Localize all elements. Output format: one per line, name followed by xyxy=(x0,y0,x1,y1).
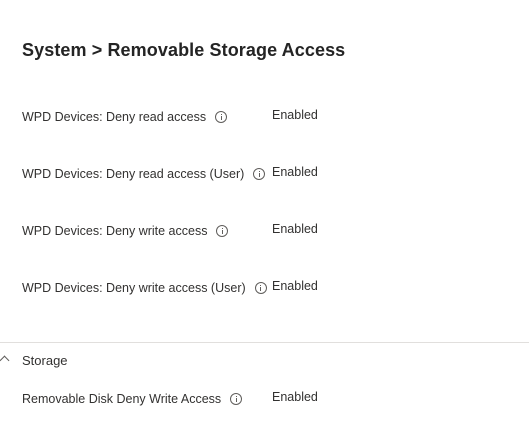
info-icon[interactable] xyxy=(215,111,228,123)
setting-label-wrapper: WPD Devices: Deny write access xyxy=(22,224,229,238)
setting-row: WPD Devices: Deny write access Enabled xyxy=(22,222,522,244)
setting-value: Enabled xyxy=(272,108,318,122)
setting-row: WPD Devices: Deny read access (User) Ena… xyxy=(22,165,522,187)
setting-row: WPD Devices: Deny write access (User) En… xyxy=(22,279,522,301)
setting-row: Removable Disk Deny Write Access Enabled xyxy=(22,390,522,412)
setting-row: WPD Devices: Deny read access Enabled xyxy=(22,108,522,130)
setting-label: WPD Devices: Deny read access xyxy=(22,110,207,124)
info-icon[interactable] xyxy=(254,282,267,294)
setting-label-wrapper: WPD Devices: Deny read access (User) xyxy=(22,167,266,181)
setting-value: Enabled xyxy=(272,165,318,179)
group-divider xyxy=(0,342,529,343)
setting-label: WPD Devices: Deny write access xyxy=(22,224,208,238)
setting-value: Enabled xyxy=(272,222,318,236)
setting-label: Removable Disk Deny Write Access xyxy=(22,392,222,406)
chevron-up-icon[interactable] xyxy=(0,355,10,366)
info-icon[interactable] xyxy=(230,393,243,405)
setting-label: WPD Devices: Deny read access (User) xyxy=(22,167,245,181)
info-icon[interactable] xyxy=(216,225,229,237)
setting-value: Enabled xyxy=(272,279,318,293)
setting-label: WPD Devices: Deny write access (User) xyxy=(22,281,246,295)
info-icon[interactable] xyxy=(253,168,266,180)
setting-label-wrapper: WPD Devices: Deny read access xyxy=(22,110,228,124)
group-label: Storage xyxy=(22,353,68,368)
storage-group-header[interactable]: Storage xyxy=(0,350,200,372)
setting-label-wrapper: WPD Devices: Deny write access (User) xyxy=(22,281,267,295)
setting-label-wrapper: Removable Disk Deny Write Access xyxy=(22,392,243,406)
section-title: System > Removable Storage Access xyxy=(22,40,346,60)
setting-value: Enabled xyxy=(272,390,318,404)
